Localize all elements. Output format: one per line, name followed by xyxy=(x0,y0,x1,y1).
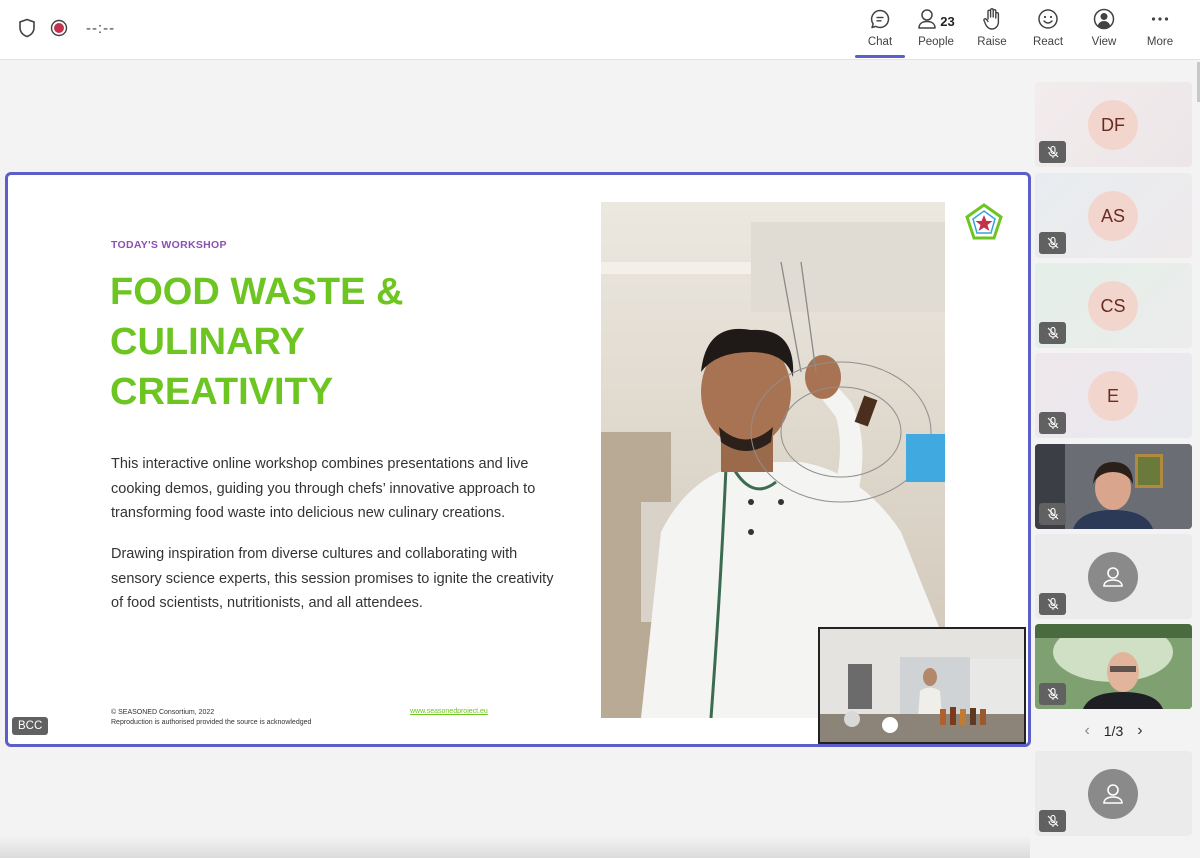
default-avatar-icon xyxy=(1088,552,1138,602)
slide-title: FOOD WASTE & CULINARY CREATIVITY xyxy=(110,267,530,417)
avatar: DF xyxy=(1088,100,1138,150)
hand-icon xyxy=(981,7,1003,36)
meeting-toolbar: --:-- Chat 23 People Raise React View Mo… xyxy=(0,0,1200,60)
slide-paragraph-1: This interactive online workshop combine… xyxy=(111,456,536,521)
meeting-timer: --:-- xyxy=(86,19,116,37)
slide-title-line-2: CULINARY xyxy=(110,321,305,363)
more-button[interactable]: More xyxy=(1132,8,1188,54)
muted-mic-icon xyxy=(1039,322,1066,344)
raise-label: Raise xyxy=(977,36,1007,48)
participant-tile[interactable]: CS xyxy=(1035,263,1192,348)
avatar: AS xyxy=(1088,191,1138,241)
people-count: 23 xyxy=(940,13,955,29)
bottom-shade xyxy=(0,836,1030,858)
react-label: React xyxy=(1032,36,1064,48)
muted-mic-icon xyxy=(1039,810,1066,832)
participant-video-tile[interactable] xyxy=(1035,444,1192,529)
smiley-icon xyxy=(1037,8,1059,35)
chat-label: Chat xyxy=(867,36,893,48)
participant-tile[interactable] xyxy=(1035,751,1192,836)
presenter-name-badge: BCC xyxy=(12,717,49,735)
slide-footer-line-2: Reproduction is authorised provided the … xyxy=(111,719,312,726)
chevron-right-icon[interactable]: › xyxy=(1137,722,1142,740)
muted-mic-icon xyxy=(1039,412,1066,434)
tile-pager: ‹ 1/3 › xyxy=(1035,720,1192,742)
chevron-left-icon[interactable]: ‹ xyxy=(1084,722,1089,740)
participant-tile[interactable]: DF xyxy=(1035,82,1192,167)
default-avatar-icon xyxy=(1088,769,1138,819)
pager-text: 1/3 xyxy=(1103,723,1124,739)
person-icon xyxy=(917,8,937,35)
avatar: E xyxy=(1088,371,1138,421)
chat-button[interactable]: Chat xyxy=(852,8,908,58)
meeting-status: --:-- xyxy=(18,18,115,38)
recording-icon[interactable] xyxy=(50,19,68,37)
muted-mic-icon xyxy=(1039,232,1066,254)
slide-footer-copyright: © SEASONED Consortium, 2022 Reproduction… xyxy=(111,708,311,728)
participant-tile[interactable] xyxy=(1035,534,1192,619)
muted-mic-icon xyxy=(1039,503,1066,525)
chat-icon xyxy=(869,8,891,35)
participant-tile[interactable]: E xyxy=(1035,353,1192,438)
more-icon xyxy=(1149,8,1171,35)
view-icon xyxy=(1093,8,1115,35)
shield-icon[interactable] xyxy=(18,18,36,38)
seasoned-logo xyxy=(965,203,1003,241)
shared-content-stage[interactable]: TODAY'S WORKSHOP FOOD WASTE & CULINARY C… xyxy=(5,172,1031,747)
view-label: View xyxy=(1091,36,1117,48)
slide-footer-line-1: © SEASONED Consortium, 2022 xyxy=(111,709,215,716)
slide-title-line-1: FOOD WASTE & xyxy=(110,271,404,313)
slide-footer-link: www.seasonedproject.eu xyxy=(410,708,488,715)
raise-hand-button[interactable]: Raise xyxy=(964,7,1020,54)
muted-mic-icon xyxy=(1039,141,1066,163)
slide-kicker: TODAY'S WORKSHOP xyxy=(111,239,227,251)
react-button[interactable]: React xyxy=(1020,8,1076,54)
more-label: More xyxy=(1146,36,1174,48)
view-button[interactable]: View xyxy=(1076,8,1132,54)
muted-mic-icon xyxy=(1039,593,1066,615)
slide-paragraph-2: Drawing inspiration from diverse culture… xyxy=(111,546,554,611)
muted-mic-icon xyxy=(1039,683,1066,705)
participant-tile[interactable]: AS xyxy=(1035,173,1192,258)
people-label: People xyxy=(918,36,954,48)
presenter-video[interactable] xyxy=(818,627,1026,744)
slide-title-line-3: CREATIVITY xyxy=(110,371,334,413)
avatar: CS xyxy=(1088,281,1138,331)
people-button[interactable]: 23 People xyxy=(908,8,964,54)
participant-video-tile[interactable] xyxy=(1035,624,1192,709)
